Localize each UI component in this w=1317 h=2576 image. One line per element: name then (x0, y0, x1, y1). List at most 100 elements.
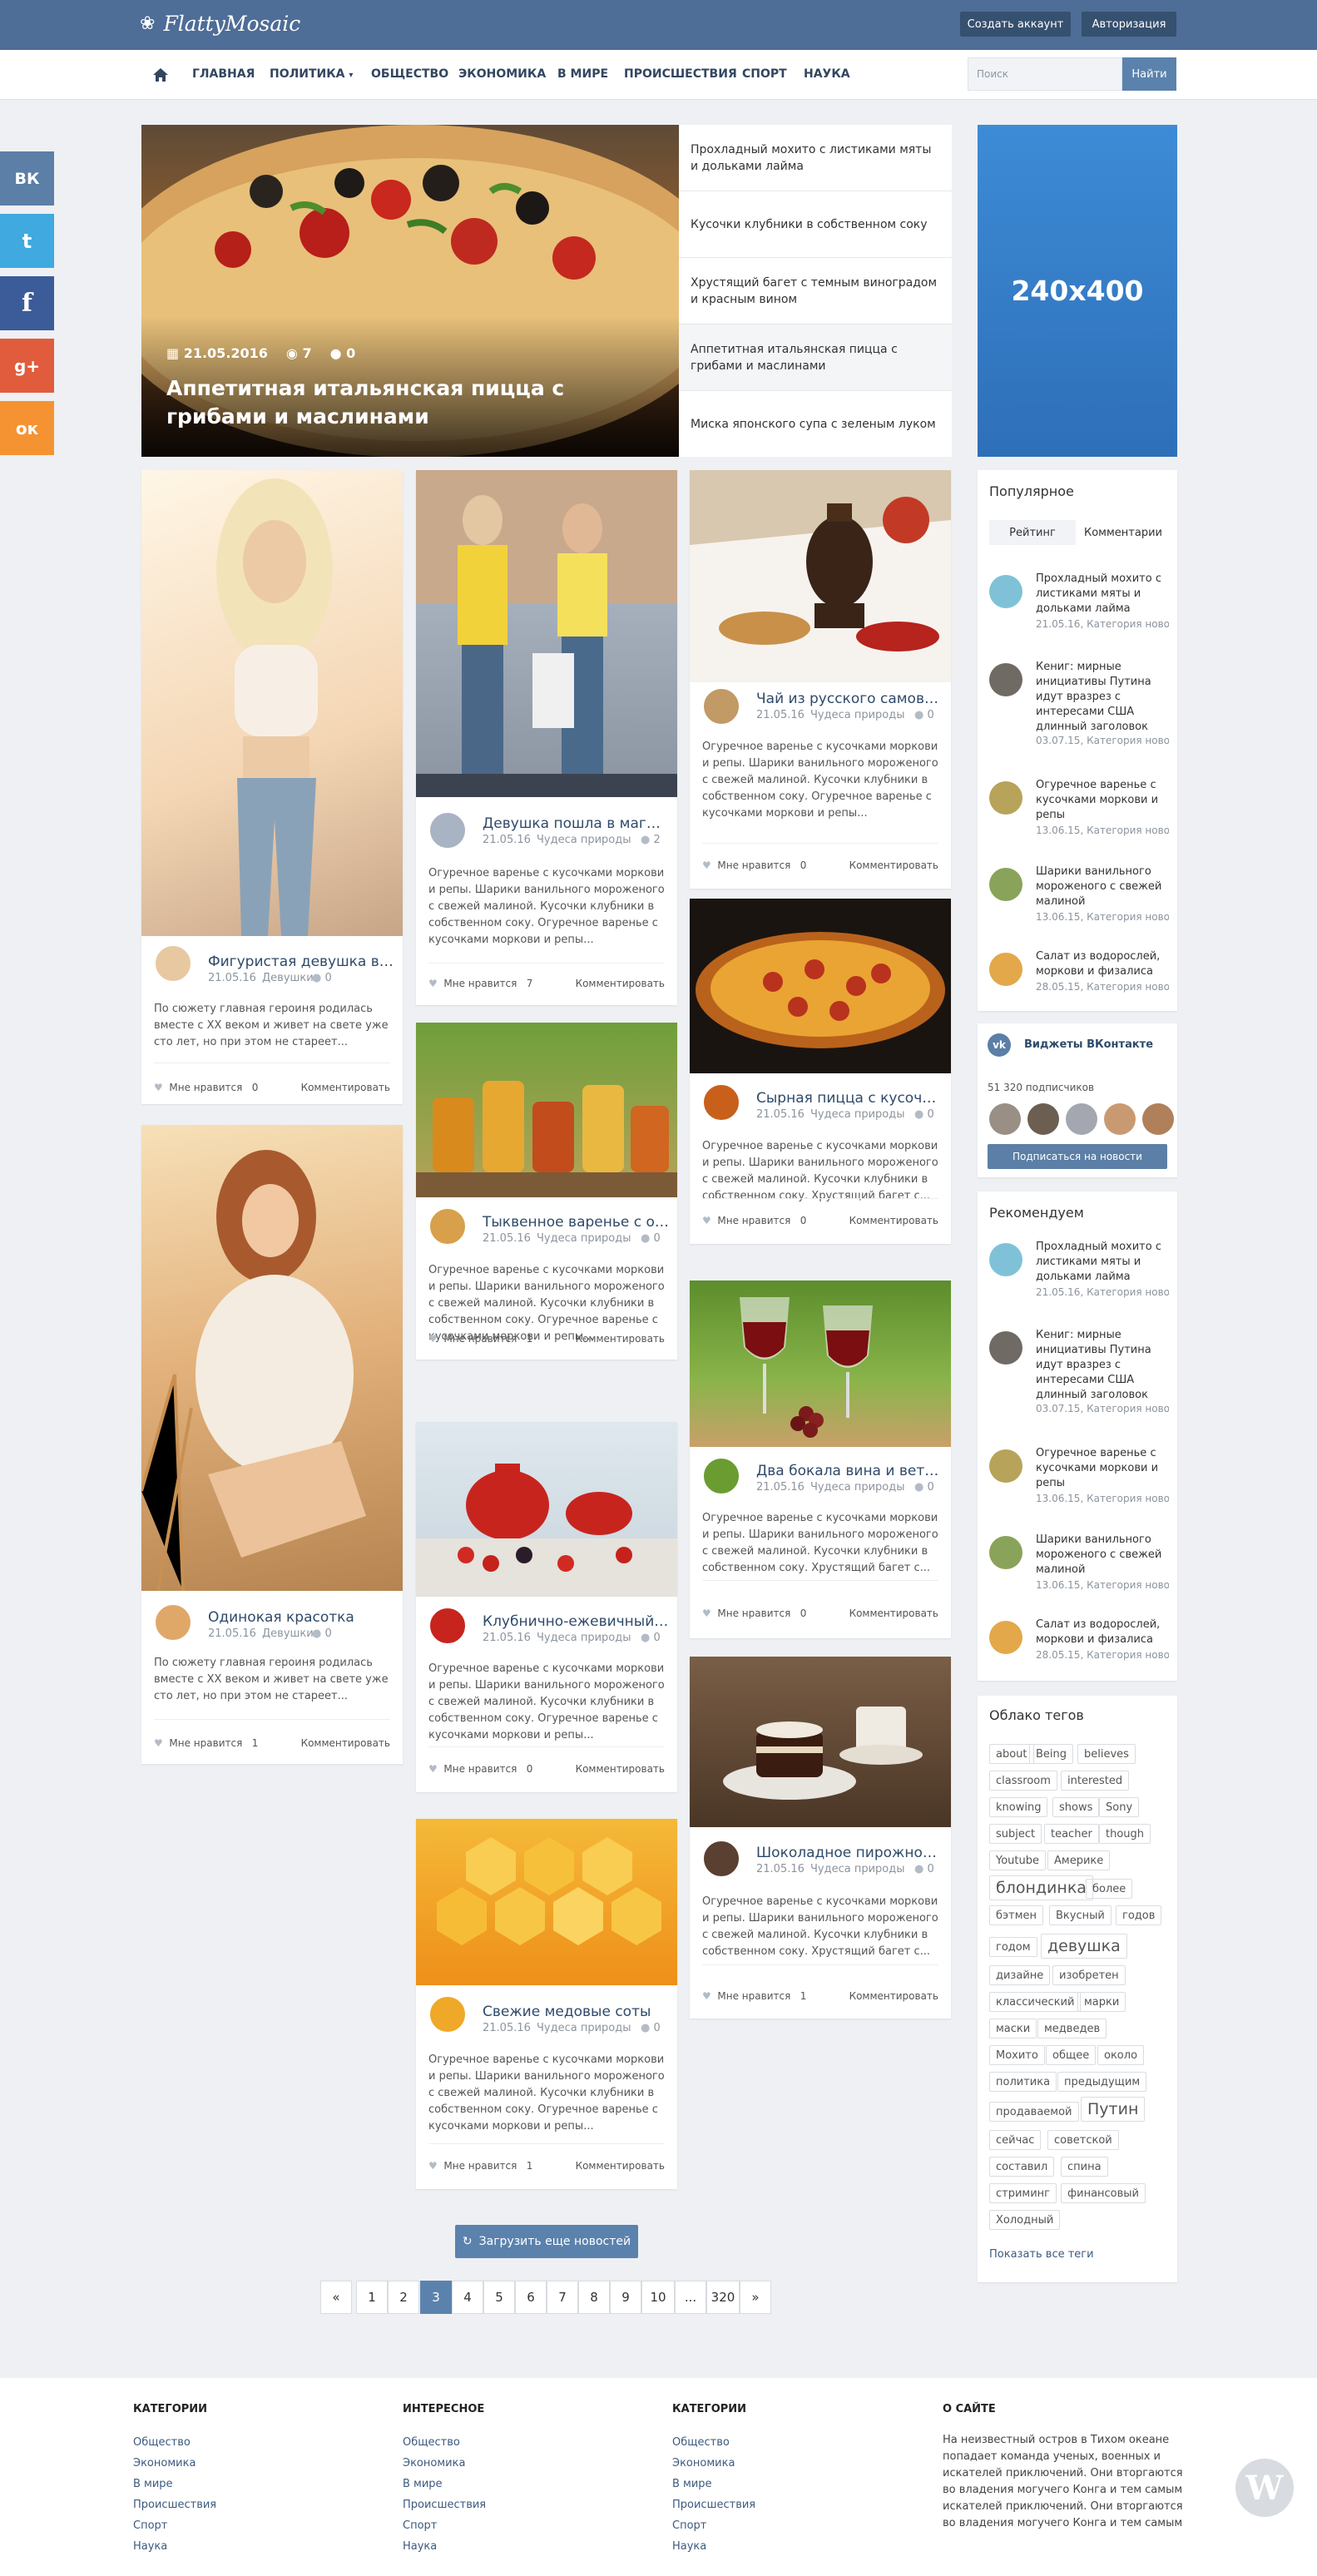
footer-link[interactable]: Общество (403, 2432, 486, 2453)
subscribe-button[interactable]: Подписаться на новости (988, 1144, 1167, 1169)
comment-link[interactable]: Комментировать (576, 2160, 665, 2172)
comment-link[interactable]: Комментировать (849, 859, 938, 871)
comment-link[interactable]: Комментировать (576, 1333, 665, 1345)
like-button[interactable]: ♥ Мне нравится 1 (154, 1737, 258, 1749)
article-card[interactable]: Тыквенное варенье с огурцами 21.05.16 Чу… (416, 1023, 677, 1360)
hero-title[interactable]: Аппетитная итальянская пицца с грибами и… (166, 374, 657, 431)
tag[interactable]: маски (989, 2019, 1037, 2039)
pagination-page[interactable]: 320 (706, 2281, 740, 2314)
list-item[interactable]: Кениг: мирные инициативы Путина идут вра… (989, 660, 1169, 751)
article-card[interactable]: Шоколадное пирожное с кофе 21.05.16 Чуде… (690, 1657, 951, 2019)
like-button[interactable]: ♥ Мне нравится 0 (154, 1082, 258, 1093)
article-category[interactable]: Чудеса природы (810, 1108, 905, 1121)
like-button[interactable]: ♥ Мне нравится 0 (702, 859, 806, 871)
footer-link[interactable]: Общество (672, 2432, 755, 2453)
article-title[interactable]: Сырная пицца с кусочками колбасы (756, 1090, 943, 1107)
article-title[interactable]: Одинокая красотка (208, 1609, 394, 1626)
comment-link[interactable]: Комментировать (301, 1737, 390, 1749)
pagination-page[interactable]: 6 (515, 2281, 547, 2314)
create-account-button[interactable]: Создать аккаунт (960, 12, 1071, 37)
hero-list-item[interactable]: Миска японского супа с зеленым луком (679, 391, 952, 458)
pagination-page[interactable]: 10 (641, 2281, 675, 2314)
tag[interactable]: Youtube (989, 1850, 1046, 1870)
article-card[interactable]: Фигуристая девушка в джинсах 21.05.16 Де… (141, 470, 403, 1104)
article-category[interactable]: Чудеса природы (537, 2022, 631, 2034)
tab-comments[interactable]: Комментарии (1077, 520, 1169, 545)
hero-list-item[interactable]: Прохладный мохито с листиками мяты и дол… (679, 125, 952, 191)
hero-list-item[interactable]: Кусочки клубники в собственном соку (679, 191, 952, 258)
like-button[interactable]: ♥ Мне нравится 0 (702, 1608, 806, 1619)
nav-item-science[interactable]: НАУКА (804, 67, 850, 81)
pagination-page[interactable]: 2 (388, 2281, 419, 2314)
list-item[interactable]: Шарики ванильного мороженого с свежей ма… (989, 1533, 1169, 1599)
show-all-tags-link[interactable]: Показать все теги (989, 2248, 1094, 2261)
article-title[interactable]: Шоколадное пирожное с кофе (756, 1845, 943, 1861)
tag[interactable]: subject (989, 1824, 1042, 1844)
tag[interactable]: teacher (1044, 1824, 1099, 1844)
tag[interactable]: блондинка (989, 1875, 1093, 1900)
article-title[interactable]: Тыквенное варенье с огурцами (483, 1214, 669, 1231)
pagination-page-current[interactable]: 3 (420, 2281, 452, 2314)
like-button[interactable]: ♥ Мне нравится 0 (702, 1215, 806, 1226)
footer-link[interactable]: Спорт (133, 2515, 216, 2536)
footer-link[interactable]: Спорт (403, 2515, 486, 2536)
tag[interactable]: about (989, 1744, 1034, 1764)
article-category[interactable]: Чудеса природы (810, 1863, 905, 1875)
search-button[interactable]: Найти (1122, 57, 1176, 91)
like-button[interactable]: ♥ Мне нравится 7 (428, 978, 532, 989)
tag[interactable]: interested (1061, 1771, 1130, 1791)
tag[interactable]: политика (989, 2072, 1057, 2092)
tag[interactable]: предыдущим (1057, 2072, 1147, 2092)
comment-link[interactable]: Комментировать (849, 1608, 938, 1619)
nav-item-incidents[interactable]: ПРОИСШЕСТВИЯ (624, 67, 737, 81)
footer-link[interactable]: В мире (133, 2474, 216, 2494)
article-title[interactable]: Два бокала вина и веточка винограда (756, 1463, 943, 1479)
tag[interactable]: бэтмен (989, 1905, 1044, 1925)
tag[interactable]: classroom (989, 1771, 1057, 1791)
footer-link[interactable]: Экономика (672, 2453, 755, 2474)
footer-link[interactable]: Общество (133, 2432, 216, 2453)
facebook-share-button[interactable]: f (0, 276, 54, 330)
tag[interactable]: shows (1052, 1797, 1100, 1817)
like-button[interactable]: ♥ Мне нравится 1 (428, 2160, 532, 2172)
footer-link[interactable]: Наука (133, 2536, 216, 2557)
tag[interactable]: knowing (989, 1797, 1048, 1817)
pagination-prev[interactable]: « (320, 2281, 352, 2314)
tag[interactable]: более (1086, 1879, 1133, 1899)
tag[interactable]: марки (1077, 1992, 1126, 2012)
article-card[interactable]: Сырная пицца с кусочками колбасы 21.05.1… (690, 899, 951, 1244)
home-icon[interactable] (151, 66, 170, 84)
tag[interactable]: though (1099, 1824, 1151, 1844)
tag[interactable]: Путин (1081, 2097, 1146, 2122)
comment-link[interactable]: Комментировать (301, 1082, 390, 1093)
widget-title[interactable]: Виджеты ВКонтакте (1024, 1038, 1153, 1051)
tag[interactable]: составил (989, 2157, 1055, 2177)
article-card[interactable]: Свежие медовые соты 21.05.16 Чудеса прир… (416, 1819, 677, 2189)
tag[interactable]: Вкусный (1049, 1905, 1112, 1925)
vk-share-button[interactable]: ВК (0, 151, 54, 206)
list-item[interactable]: Салат из водорослей, моркови и физалиса 2… (989, 1617, 1169, 1667)
pagination-page[interactable]: 5 (483, 2281, 515, 2314)
pagination-page[interactable]: 9 (610, 2281, 641, 2314)
tag[interactable]: стриминг (989, 2183, 1057, 2203)
pagination-page[interactable]: 8 (578, 2281, 610, 2314)
article-card[interactable]: Одинокая красотка 21.05.16 Девушки ● 0 П… (141, 1125, 403, 1764)
tag[interactable]: Sony (1099, 1797, 1140, 1817)
list-item[interactable]: Салат из водорослей, моркови и физалиса 2… (989, 949, 1169, 999)
footer-link[interactable]: В мире (403, 2474, 486, 2494)
tag[interactable]: медведев (1037, 2019, 1107, 2039)
tag[interactable]: Being (1029, 1744, 1074, 1764)
footer-link[interactable]: Наука (403, 2536, 486, 2557)
pagination-page[interactable]: 4 (452, 2281, 483, 2314)
nav-item-economy[interactable]: ЭКОНОМИКА (458, 67, 546, 81)
google-plus-share-button[interactable]: g+ (0, 339, 54, 393)
article-category[interactable]: Девушки (262, 972, 314, 984)
search-input[interactable]: Поиск (968, 57, 1122, 91)
avatar[interactable] (1027, 1103, 1059, 1135)
avatar[interactable] (1104, 1103, 1136, 1135)
footer-link[interactable]: В мире (672, 2474, 755, 2494)
footer-link[interactable]: Экономика (133, 2453, 216, 2474)
tag[interactable]: продаваемой (989, 2102, 1079, 2122)
tag[interactable]: около (1097, 2045, 1145, 2065)
list-item[interactable]: Кениг: мирные инициативы Путина идут вра… (989, 1328, 1169, 1419)
